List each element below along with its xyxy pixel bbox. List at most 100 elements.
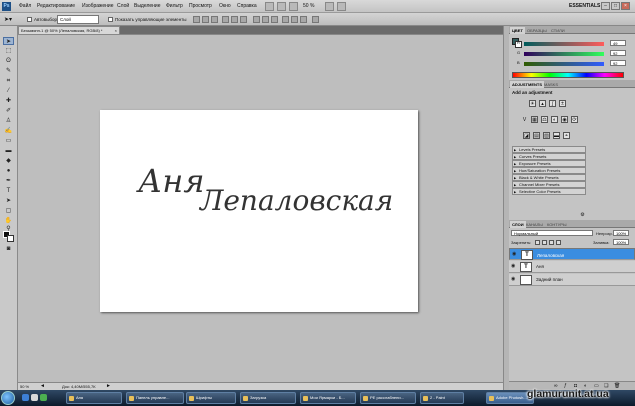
arrange-documents-icon[interactable] [325,2,334,11]
distribute-hcenter-icon[interactable] [291,16,298,23]
distribute-vcenter-icon[interactable] [262,16,269,23]
hand-icon[interactable] [289,2,298,11]
preset-hue-saturation[interactable]: Hue/Saturation Presets [512,167,586,174]
slider-red-track[interactable] [524,42,604,46]
screen-mode-icon[interactable] [337,2,346,11]
quick-mask-icon[interactable]: ◙ [3,245,14,253]
slider-green-value[interactable]: 92 [610,50,626,56]
photo-filter-icon[interactable]: ◉ [561,116,568,123]
path-selection-tool-icon[interactable]: ➤ [3,197,14,205]
tab-swatches[interactable]: ОБРАЗЦЫ [525,27,549,34]
healing-brush-tool-icon[interactable]: ✚ [3,97,14,105]
lock-position-icon[interactable] [549,240,554,245]
invert-icon[interactable]: ◪ [523,132,530,139]
visibility-eye-icon[interactable]: ◉ [512,252,518,257]
menu-select[interactable]: Выделение [134,3,161,9]
preset-curves[interactable]: Curves Presets [512,153,586,160]
lock-all-icon[interactable] [556,240,561,245]
layer-row[interactable]: ◉ T Лепаловская [509,248,635,260]
taskbar-button[interactable]: Аня [66,392,122,404]
visibility-eye-icon[interactable]: ◉ [511,264,517,269]
distribute-top-icon[interactable] [253,16,260,23]
exposure-icon[interactable]: ± [559,100,566,107]
dodge-tool-icon[interactable]: ● [3,167,14,175]
slider-red-value[interactable]: 49 [610,40,626,46]
move-tool-icon[interactable]: ➤ [3,37,14,45]
tab-channels[interactable]: КАНАЛЫ [524,221,545,228]
align-bottom-icon[interactable] [211,16,218,23]
taskbar-button[interactable]: Мои Ярмарки - Б... [300,392,356,404]
taskbar-button[interactable]: Шрифты [186,392,236,404]
quicklaunch-app-icon[interactable] [40,394,47,401]
menu-file[interactable]: Файл [19,3,31,9]
move-tool-preset-icon[interactable]: ➤▾ [4,16,12,23]
close-tab-icon[interactable]: × [115,27,117,34]
opacity-input[interactable]: 100% [613,230,629,236]
quicklaunch-explorer-icon[interactable] [31,394,38,401]
menu-edit[interactable]: Редактирование [37,3,75,9]
menu-filter[interactable]: Фильтр [166,3,183,9]
tab-adjustments[interactable]: ADJUSTMENTS [510,81,545,88]
show-transform-controls-checkbox[interactable] [108,17,113,22]
canvas[interactable]: Аня Лепаловская [100,110,418,312]
minimize-icon[interactable]: – [601,2,610,10]
delete-layer-icon[interactable]: 🗑 [614,383,620,389]
taskbar-button[interactable]: РЕ расслаблени... [360,392,416,404]
document-tab[interactable]: Безымянн-1 @ 50% (Лепаловская, RGB/8) * … [18,26,120,34]
hand-tool-icon[interactable]: ✋ [3,217,14,225]
align-left-icon[interactable] [222,16,229,23]
lasso-tool-icon[interactable]: ʘ [3,57,14,65]
menu-help[interactable]: Справка [237,3,257,9]
align-right-icon[interactable] [240,16,247,23]
layer-row[interactable]: ◉ T Аня [509,261,635,273]
align-hcenter-icon[interactable] [231,16,238,23]
layer-name[interactable]: Задний план [536,277,563,282]
eraser-tool-icon[interactable]: ▭ [3,137,14,145]
slider-green-track[interactable] [524,52,604,56]
crop-tool-icon[interactable]: ⌗ [3,77,14,85]
preset-levels[interactable]: Levels Presets [512,146,586,153]
slider-blue-track[interactable] [524,62,604,66]
slider-blue[interactable]: B 92 [512,60,632,67]
shape-tool-icon[interactable]: ▢ [3,207,14,215]
status-menu-arrow-icon[interactable]: ► [106,383,111,389]
layer-name[interactable]: Лепаловская [537,252,564,259]
hue-saturation-icon[interactable]: ▦ [531,116,538,123]
slider-red[interactable]: R 49 [512,40,632,47]
brush-tool-icon[interactable]: ✐ [3,107,14,115]
clone-stamp-tool-icon[interactable]: ♙ [3,117,14,125]
selective-color-icon[interactable]: ◓ [563,132,570,139]
tab-masks[interactable]: MASKS [542,81,560,88]
curves-icon[interactable]: ∫ [549,100,556,107]
menu-layer[interactable]: Слой [117,3,129,9]
tab-styles[interactable]: СТИЛИ [549,27,567,34]
black-white-icon[interactable]: ◐ [551,116,558,123]
auto-align-layers-icon[interactable] [312,16,319,23]
vibrance-icon[interactable]: V [521,116,528,123]
mini-bridge-icon[interactable] [277,2,286,11]
menu-view[interactable]: Просмотр [189,3,212,9]
brightness-contrast-icon[interactable]: ☀ [529,100,536,107]
preset-selective-color[interactable]: Selective Color Presets [512,188,586,195]
menu-image[interactable]: Изображение [82,3,114,9]
canvas-text-last-name[interactable]: Лепаловская [200,184,393,217]
lock-pixels-icon[interactable] [542,240,547,245]
preset-channel-mixer[interactable]: Channel Mixer Presets [512,181,586,188]
close-icon[interactable]: × [621,2,630,10]
slider-blue-value[interactable]: 92 [610,60,626,66]
preset-black-white[interactable]: Black & White Presets [512,174,586,181]
channel-mixer-icon[interactable]: ⟳ [571,116,578,123]
zoom-level-select[interactable]: 50 % [303,3,314,9]
quick-selection-tool-icon[interactable]: ✎ [3,67,14,75]
color-spectrum-bar[interactable] [512,72,624,78]
marquee-tool-icon[interactable]: ⬚ [3,47,14,55]
eyedropper-tool-icon[interactable]: ⁄ [3,87,14,95]
align-vcenter-icon[interactable] [202,16,209,23]
type-tool-icon[interactable]: T [3,187,14,195]
tab-paths[interactable]: КОНТУРЫ [545,221,568,228]
blur-tool-icon[interactable]: ◆ [3,157,14,165]
tab-color[interactable]: ЦВЕТ [510,27,525,34]
gradient-tool-icon[interactable]: ▬ [3,147,14,155]
layer-row[interactable]: ◉ Задний план [509,274,635,286]
distribute-right-icon[interactable] [300,16,307,23]
